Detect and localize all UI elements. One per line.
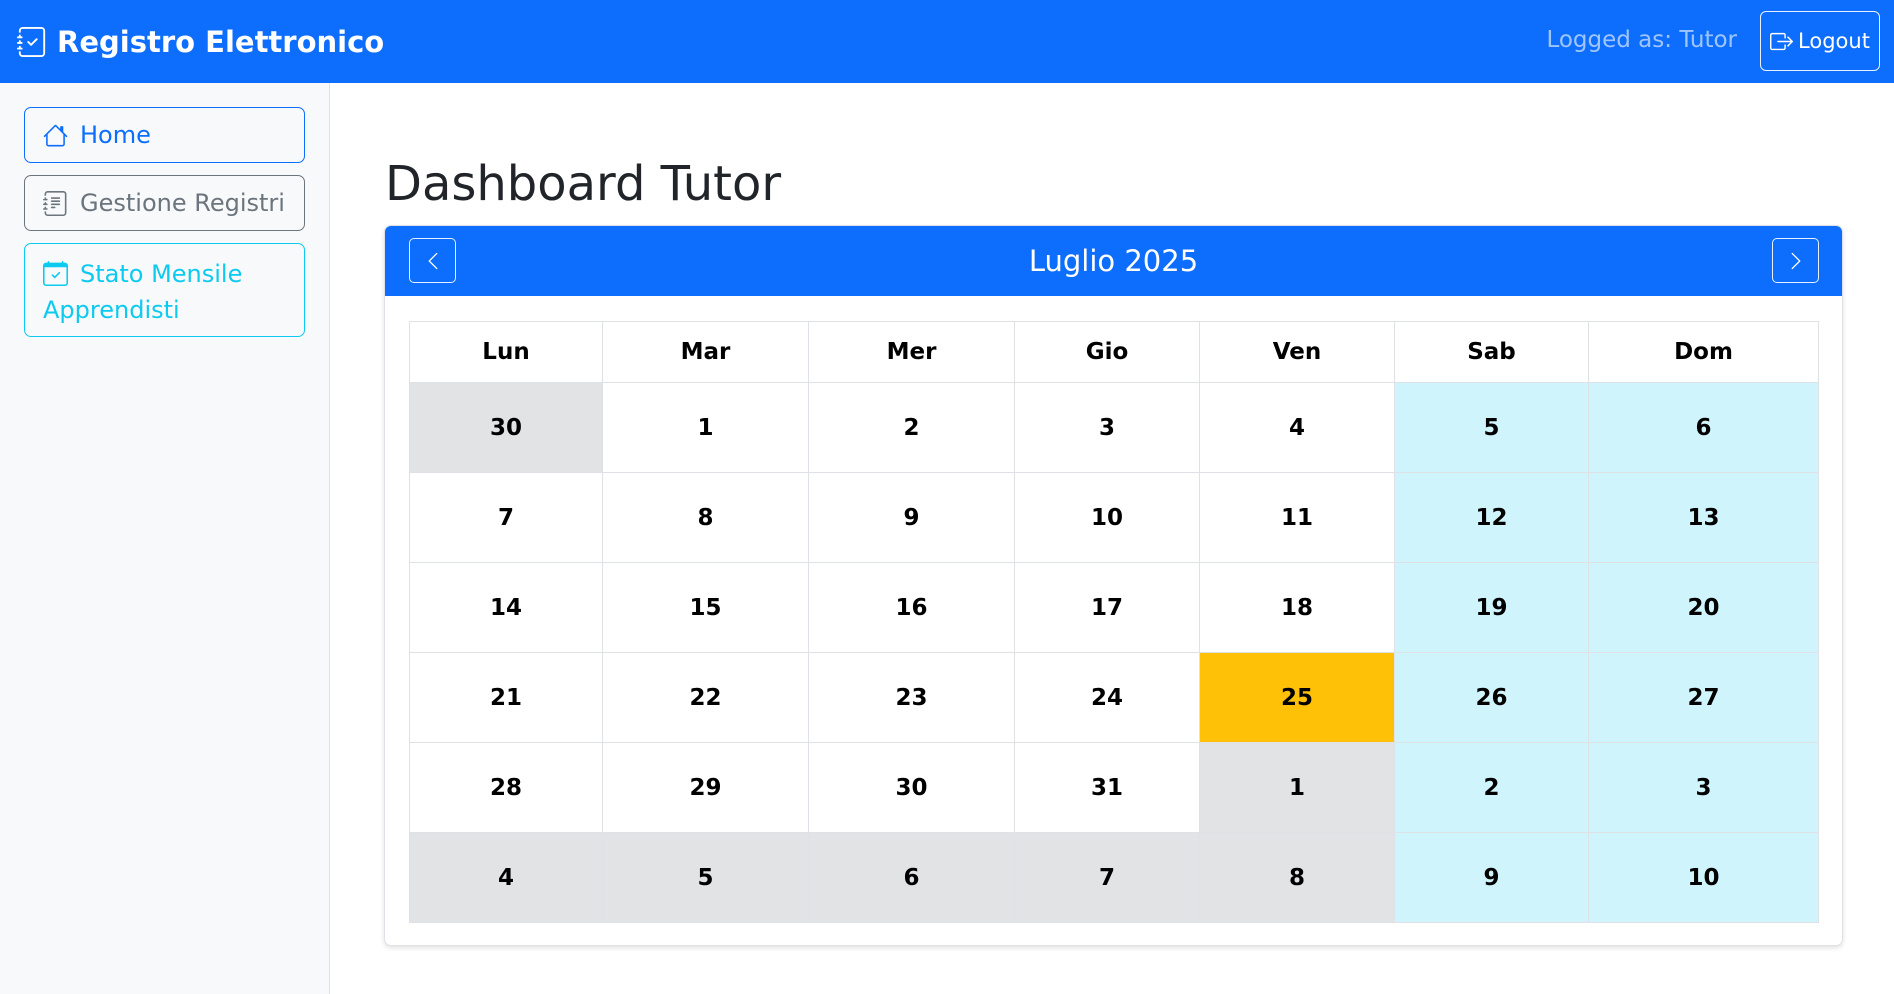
calendar-day-other-month[interactable]: 7 (1014, 832, 1200, 923)
sidebar-item-label: Gestione Registri (80, 189, 285, 217)
calendar-card: Luglio 2025 Lun Mar Mer Gio Ven Sab Dom … (384, 225, 1843, 946)
calendar-day[interactable]: 26 (1394, 652, 1589, 743)
calendar-day[interactable]: 12 (1394, 472, 1589, 563)
calendar-day[interactable]: 29 (602, 742, 809, 833)
sidebar-item-stato-mensile[interactable]: Stato Mensile Apprendisti (24, 243, 305, 337)
calendar-check-icon (43, 261, 68, 286)
calendar-day-other-month[interactable]: 5 (602, 832, 809, 923)
journal-check-icon (17, 27, 46, 57)
sidebar-item-label: Stato Mensile Apprendisti (43, 260, 243, 324)
calendar-day[interactable]: 11 (1199, 472, 1395, 563)
page-title: Dashboard Tutor (385, 156, 782, 212)
calendar-day[interactable]: 1 (602, 382, 809, 473)
calendar-day[interactable]: 24 (1014, 652, 1200, 743)
weekday-header: Mar (602, 321, 809, 383)
calendar-day-other-month[interactable]: 4 (409, 832, 603, 923)
calendar-day[interactable]: 10 (1588, 832, 1819, 923)
calendar-day[interactable]: 30 (808, 742, 1015, 833)
sidebar-item-home[interactable]: Home (24, 107, 305, 163)
top-navbar: Registro Elettronico Logged as: Tutor Lo… (0, 0, 1894, 83)
calendar-day[interactable]: 28 (409, 742, 603, 833)
calendar-day[interactable]: 23 (808, 652, 1015, 743)
sidebar-item-label: Home (80, 121, 151, 149)
brand[interactable]: Registro Elettronico (17, 24, 384, 60)
calendar-week-row: 30 1 2 3 4 5 6 (409, 382, 1819, 473)
calendar-day[interactable]: 19 (1394, 562, 1589, 653)
logged-as-label: Logged as: Tutor (1546, 27, 1737, 53)
calendar-day[interactable]: 8 (602, 472, 809, 563)
calendar-day[interactable]: 16 (808, 562, 1015, 653)
calendar-day[interactable]: 27 (1588, 652, 1819, 743)
journal-icon (43, 190, 67, 216)
calendar-day-today[interactable]: 25 (1199, 652, 1395, 743)
calendar-day[interactable]: 18 (1199, 562, 1395, 653)
weekday-header: Dom (1588, 321, 1819, 383)
calendar-day[interactable]: 6 (1588, 382, 1819, 473)
next-month-button[interactable] (1772, 238, 1819, 283)
logout-icon (1770, 32, 1794, 50)
house-icon (43, 124, 68, 146)
calendar-day[interactable]: 2 (808, 382, 1015, 473)
calendar-body: 30 1 2 3 4 5 6 7 8 9 10 11 12 13 14 15 16 17 18 19 20 21 22 23 2… (409, 382, 1819, 923)
calendar-day[interactable]: 3 (1588, 742, 1819, 833)
logout-button[interactable]: Logout (1760, 11, 1880, 71)
chevron-right-icon (1791, 252, 1800, 269)
calendar-day-other-month[interactable]: 8 (1199, 832, 1395, 923)
calendar-week-row: 4 5 6 7 8 9 10 (409, 832, 1819, 923)
calendar-day[interactable]: 20 (1588, 562, 1819, 653)
weekday-header: Lun (409, 321, 603, 383)
calendar-header: Luglio 2025 (385, 226, 1842, 296)
calendar-day[interactable]: 10 (1014, 472, 1200, 563)
calendar-day[interactable]: 21 (409, 652, 603, 743)
month-title: Luglio 2025 (1028, 244, 1199, 278)
calendar-day[interactable]: 2 (1394, 742, 1589, 833)
calendar-grid: Lun Mar Mer Gio Ven Sab Dom 30 1 2 3 4 5 6 7 8 9 1… (409, 321, 1819, 923)
calendar-day-other-month[interactable]: 6 (808, 832, 1015, 923)
calendar-week-row: 28 29 30 31 1 2 3 (409, 742, 1819, 833)
calendar-week-row: 7 8 9 10 11 12 13 (409, 472, 1819, 563)
calendar-day[interactable]: 7 (409, 472, 603, 563)
calendar-week-row: 21 22 23 24 25 26 27 (409, 652, 1819, 743)
calendar-day[interactable]: 4 (1199, 382, 1395, 473)
calendar-day[interactable]: 15 (602, 562, 809, 653)
sidebar-item-gestione-registri[interactable]: Gestione Registri (24, 175, 305, 231)
calendar-day-other-month[interactable]: 30 (409, 382, 603, 473)
weekday-header: Gio (1014, 321, 1200, 383)
weekday-header-row: Lun Mar Mer Gio Ven Sab Dom (409, 321, 1819, 383)
calendar-day[interactable]: 31 (1014, 742, 1200, 833)
calendar-day[interactable]: 13 (1588, 472, 1819, 563)
calendar-week-row: 14 15 16 17 18 19 20 (409, 562, 1819, 653)
logout-label: Logout (1798, 29, 1870, 53)
calendar-day[interactable]: 9 (808, 472, 1015, 563)
brand-title: Registro Elettronico (57, 25, 385, 59)
weekday-header: Mer (808, 321, 1015, 383)
calendar-day[interactable]: 22 (602, 652, 809, 743)
calendar-day[interactable]: 17 (1014, 562, 1200, 653)
weekday-header: Ven (1199, 321, 1395, 383)
calendar-day-other-month[interactable]: 1 (1199, 742, 1395, 833)
calendar-day[interactable]: 14 (409, 562, 603, 653)
calendar-day[interactable]: 5 (1394, 382, 1589, 473)
weekday-header: Sab (1394, 321, 1589, 383)
calendar-day[interactable]: 9 (1394, 832, 1589, 923)
calendar-day[interactable]: 3 (1014, 382, 1200, 473)
sidebar: Home Gestione Registri Stato Mensile App… (0, 83, 330, 994)
